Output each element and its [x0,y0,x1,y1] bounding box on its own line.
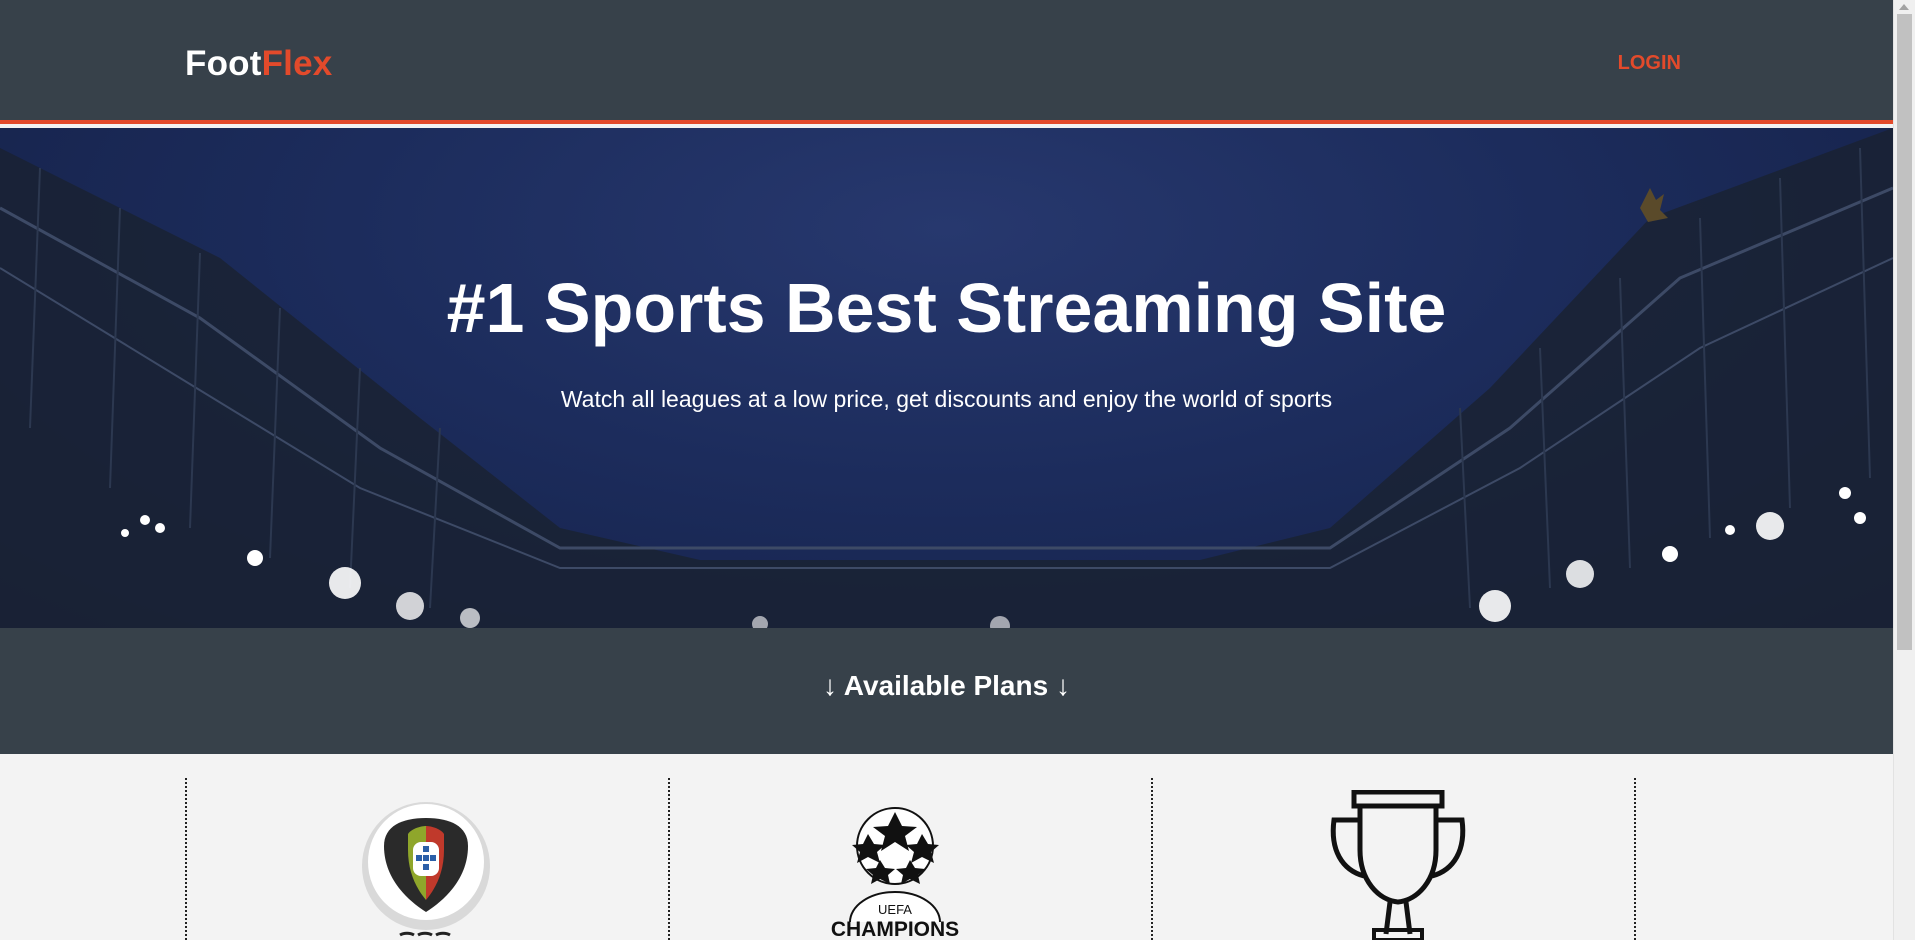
trophy-icon[interactable] [1320,790,1476,940]
scroll-up-arrow-icon[interactable] [1899,4,1909,10]
card-divider [185,778,187,940]
uefa-logo-text: UEFA [878,902,912,917]
site-logo[interactable]: FootFlex [185,44,332,84]
scroll-thumb[interactable] [1897,14,1912,650]
page-scrollbar[interactable] [1893,0,1915,940]
page: FootFlex LOGIN #1 Sports Best Streaming … [0,0,1893,940]
stadium-background-image [0,128,1893,628]
plans-cards-row: UEFA CHAMPIONS [0,754,1893,940]
available-plans-band: ↓ Available Plans ↓ [0,628,1893,754]
login-link[interactable]: LOGIN [1618,52,1681,75]
logo-text-foot: Foot [185,44,262,83]
card-divider [1634,778,1636,940]
card-divider [668,778,670,940]
logo-text-flex: Flex [261,44,333,83]
hero-banner: #1 Sports Best Streaming Site Watch all … [0,128,1893,628]
champions-logo-text: CHAMPIONS [831,918,959,940]
available-plans-heading: ↓ Available Plans ↓ [823,670,1070,701]
card-divider [1151,778,1153,940]
hero-subtitle: Watch all leagues at a low price, get di… [560,386,1333,412]
hero-title: #1 Sports Best Streaming Site [446,269,1447,347]
top-navbar: FootFlex LOGIN [0,0,1893,124]
portugal-league-logo-icon[interactable] [360,790,492,940]
uefa-champions-league-logo-icon[interactable]: UEFA CHAMPIONS [820,804,970,940]
